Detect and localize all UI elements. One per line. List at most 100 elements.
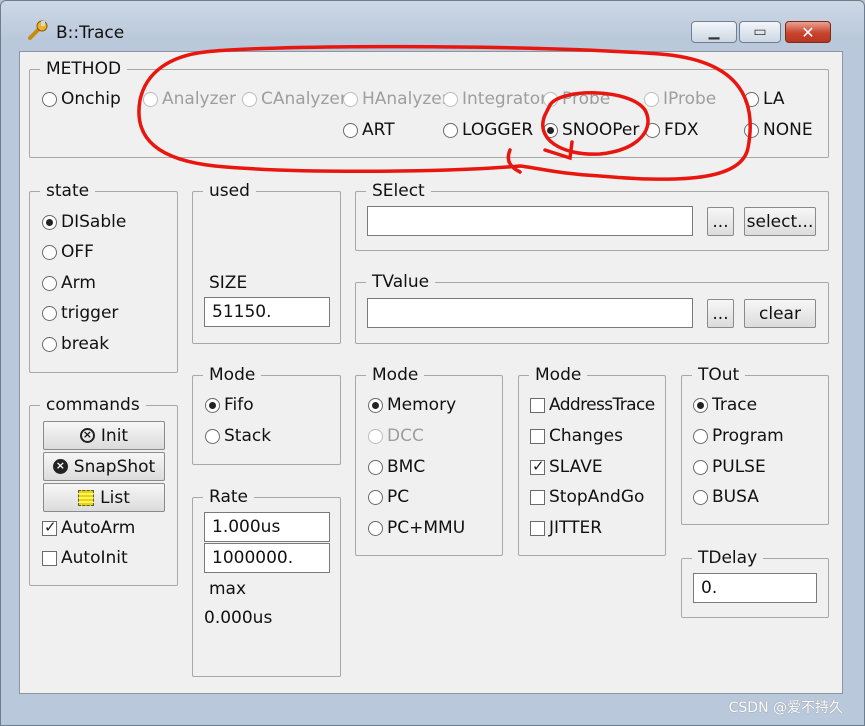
max-label: max (203, 578, 253, 600)
radio-circle (42, 91, 57, 107)
radio-circle (42, 244, 57, 260)
radio-circle (543, 91, 558, 107)
radio-label: DISable (61, 212, 127, 232)
rate-count-field[interactable]: 1000000. (204, 543, 330, 573)
method-analyzer-radio[interactable]: Analyzer (143, 87, 236, 111)
checkbox-label: JITTER (549, 518, 603, 538)
rate-field[interactable]: 1.000us (204, 512, 330, 542)
size-label: SIZE (203, 272, 254, 294)
tout-trace-radio[interactable]: Trace (693, 393, 757, 417)
radio-circle (543, 122, 558, 138)
state-arm-radio[interactable]: Arm (42, 271, 96, 295)
maximize-button[interactable]: ▭ (739, 21, 781, 43)
checkbox-box (530, 489, 545, 505)
state-trigger-radio[interactable]: trigger (42, 301, 118, 325)
size-field[interactable]: 51150. (204, 297, 330, 327)
radio-label: Analyzer (162, 89, 236, 109)
method-la-radio[interactable]: LA (744, 87, 785, 111)
method-hanalyzer-radio[interactable]: HAnalyzer (343, 87, 449, 111)
title-bar[interactable]: B::Trace ▁ ▭ ✕ (1, 1, 864, 43)
checkbox-box (42, 550, 57, 566)
minimize-icon: ▁ (708, 24, 720, 40)
checkbox-box (530, 397, 545, 413)
method-canalyzer-radio[interactable]: CAnalyzer (242, 87, 347, 111)
method-art-radio[interactable]: ART (343, 118, 395, 142)
changes-checkbox[interactable]: Changes (530, 424, 623, 448)
state-break-radio[interactable]: break (42, 332, 109, 356)
radio-circle (368, 489, 383, 505)
state-disable-radio[interactable]: DISable (42, 210, 126, 234)
mode-group-label: Mode (203, 363, 262, 387)
mode-bmc-radio[interactable]: BMC (368, 455, 425, 479)
state-off-radio[interactable]: OFF (42, 240, 94, 264)
select-button[interactable]: select... (744, 207, 816, 236)
jitter-checkbox[interactable]: JITTER (530, 516, 602, 540)
mode-pc-mmu-radio[interactable]: PC+MMU (368, 516, 465, 540)
commands-group-label: commands (40, 393, 146, 417)
select-input[interactable] (367, 206, 693, 236)
list-button-label: List (100, 487, 130, 508)
snapshot-button[interactable]: × SnapShot (43, 452, 165, 481)
close-button[interactable]: ✕ (785, 21, 831, 43)
stopandgo-checkbox[interactable]: StopAndGo (530, 485, 644, 509)
clear-button[interactable]: clear (744, 299, 816, 328)
radio-label: Fifo (224, 395, 254, 415)
tout-group-label: TOut (692, 363, 746, 387)
mode-fifo-radio[interactable]: Fifo (205, 393, 254, 417)
radio-label: trigger (61, 303, 119, 323)
radio-label: PC (387, 487, 410, 507)
radio-label: Program (712, 426, 784, 446)
tout-program-radio[interactable]: Program (693, 424, 784, 448)
mode-memory-radio[interactable]: Memory (368, 393, 456, 417)
method-iprobe-radio[interactable]: IProbe (644, 87, 716, 111)
autoarm-checkbox[interactable]: AutoArm (42, 516, 135, 540)
stop-circle-icon: × (79, 428, 95, 443)
radio-label: FDX (664, 120, 699, 140)
radio-label: IProbe (663, 89, 717, 109)
init-button[interactable]: × Init (43, 421, 165, 450)
trace-window: B::Trace ▁ ▭ ✕ METHOD Onchip Analyzer CA… (0, 0, 865, 726)
radio-label: Probe (562, 89, 611, 109)
mode-stack-radio[interactable]: Stack (205, 424, 271, 448)
list-button[interactable]: List (43, 483, 165, 512)
method-integrator-radio[interactable]: Integrator (443, 87, 547, 111)
radio-label: NONE (763, 120, 813, 140)
radio-circle (343, 91, 358, 107)
tout-pulse-radio[interactable]: PULSE (693, 455, 766, 479)
radio-circle (368, 428, 383, 444)
wrench-icon (28, 20, 48, 40)
radio-circle (343, 122, 358, 138)
tout-busa-radio[interactable]: BUSA (693, 485, 759, 509)
tvalue-browse-button[interactable]: ... (707, 299, 734, 328)
radio-label: OFF (61, 242, 94, 262)
radio-circle (644, 91, 659, 107)
mode-pc-radio[interactable]: PC (368, 485, 409, 509)
radio-circle (744, 122, 759, 138)
method-snooper-radio[interactable]: SNOOPer (543, 118, 639, 142)
radio-label: HAnalyzer (362, 89, 449, 109)
watermark: CSDN @爱不持久 (728, 700, 843, 716)
tdelay-group-label: TDelay (692, 546, 764, 570)
method-onchip-radio[interactable]: Onchip (42, 87, 121, 111)
method-fdx-radio[interactable]: FDX (645, 118, 699, 142)
radio-label: DCC (387, 426, 424, 446)
radio-label: Trace (712, 395, 758, 415)
mode-dcc-radio[interactable]: DCC (368, 424, 424, 448)
radio-label: PC+MMU (387, 518, 466, 538)
minimize-button[interactable]: ▁ (691, 21, 737, 43)
radio-circle (42, 275, 57, 291)
method-probe-radio[interactable]: Probe (543, 87, 610, 111)
list-icon (78, 489, 95, 506)
tvalue-input[interactable] (367, 298, 693, 328)
select-browse-button[interactable]: ... (707, 207, 734, 236)
radio-label: LOGGER (462, 120, 534, 140)
autoinit-checkbox[interactable]: AutoInit (42, 546, 128, 570)
tdelay-field[interactable]: 0. (693, 573, 817, 603)
addresstrace-checkbox[interactable]: AddressTrace (530, 393, 655, 417)
radio-circle (443, 91, 458, 107)
method-logger-radio[interactable]: LOGGER (443, 118, 533, 142)
slave-checkbox[interactable]: SLAVE (530, 455, 603, 479)
radio-label: CAnalyzer (261, 89, 347, 109)
radio-label: break (61, 334, 110, 354)
method-none-radio[interactable]: NONE (744, 118, 813, 142)
